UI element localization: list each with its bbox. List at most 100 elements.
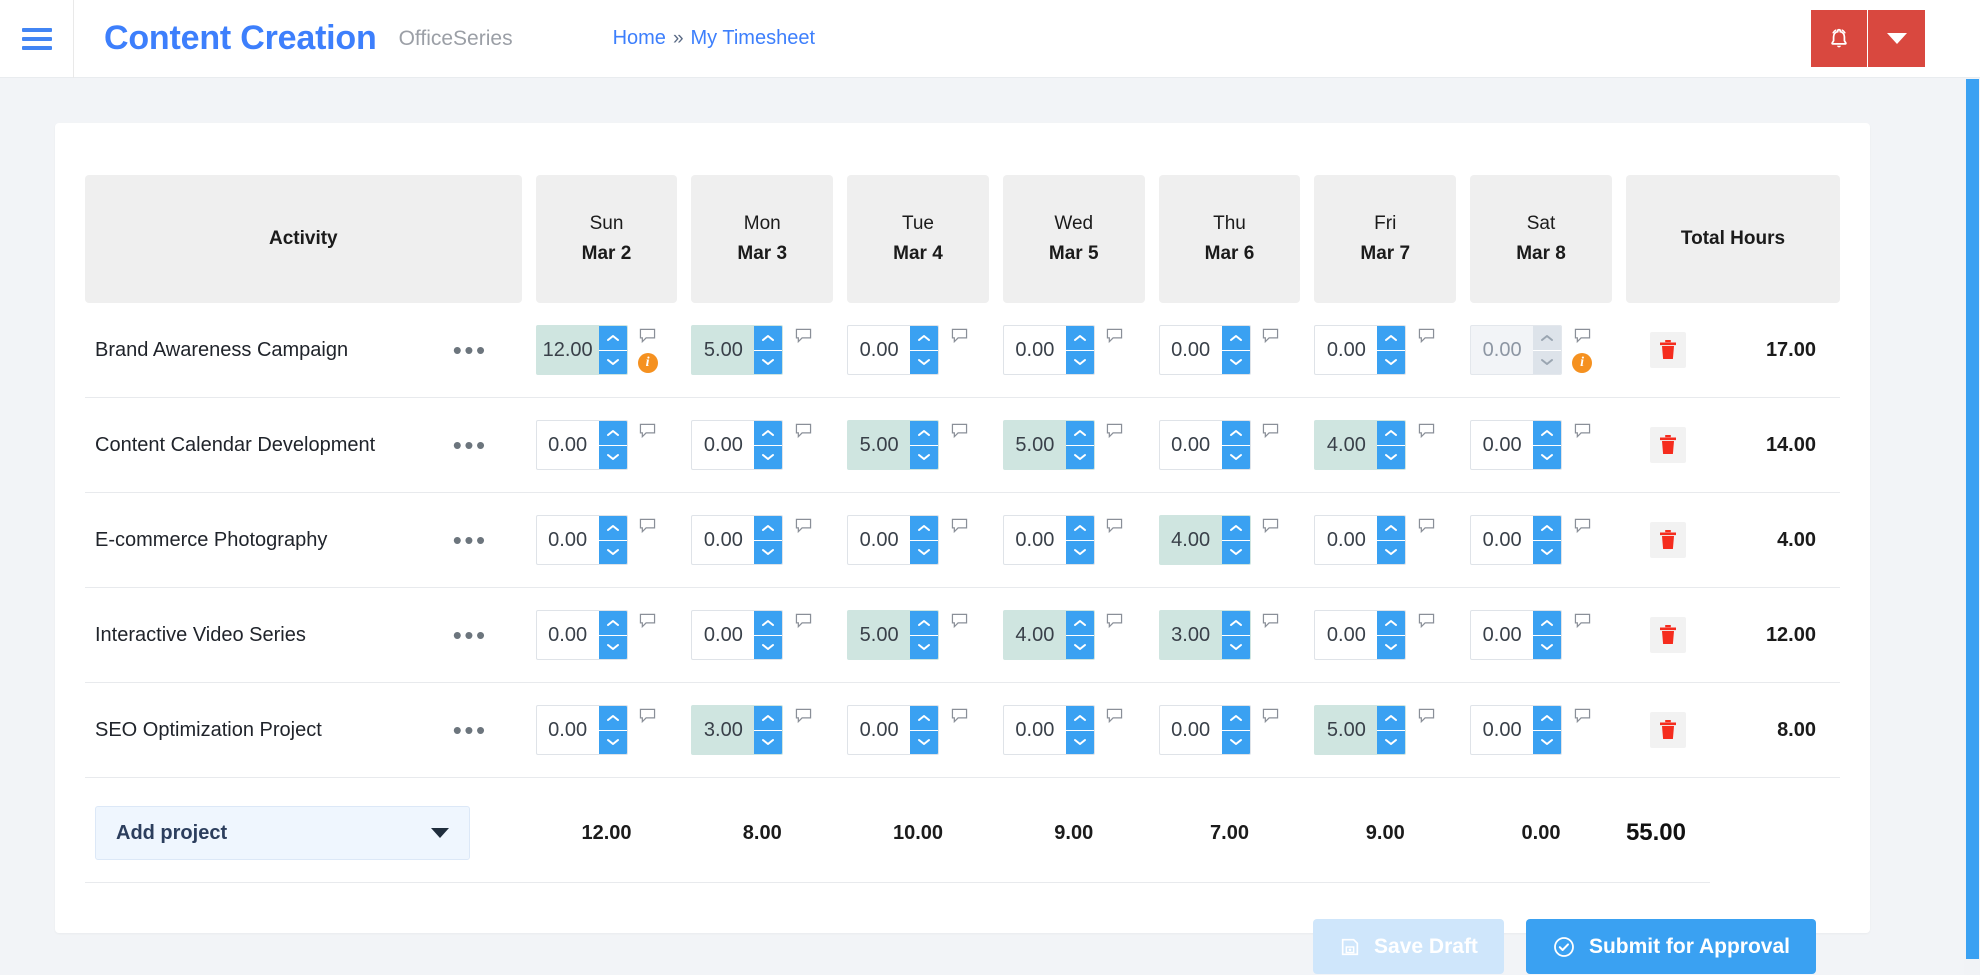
hours-input[interactable]: 0.00 xyxy=(848,516,910,564)
hours-stepper[interactable]: 0.00 xyxy=(1158,420,1251,470)
hours-stepper[interactable]: 0.00 xyxy=(1314,325,1407,375)
hours-stepper[interactable]: 0.00 xyxy=(1002,515,1095,565)
breadcrumb-current-link[interactable]: My Timesheet xyxy=(691,27,815,50)
stepper-up-button[interactable] xyxy=(1221,516,1250,541)
hours-stepper[interactable]: 4.00 xyxy=(1158,515,1251,565)
hours-input[interactable]: 0.00 xyxy=(537,706,599,754)
add-comment-button[interactable] xyxy=(795,613,812,634)
stepper-down-button[interactable] xyxy=(754,635,783,659)
add-comment-button[interactable] xyxy=(1262,613,1279,634)
stepper-down-button[interactable] xyxy=(598,540,627,564)
stepper-down-button[interactable] xyxy=(754,730,783,754)
add-comment-button[interactable] xyxy=(1262,708,1279,729)
stepper-up-button[interactable] xyxy=(1377,326,1406,351)
hours-stepper[interactable]: 5.00 xyxy=(847,610,940,660)
hours-input[interactable]: 0.00 xyxy=(1315,516,1377,564)
add-comment-button[interactable] xyxy=(1418,708,1435,729)
add-comment-button[interactable] xyxy=(1418,328,1435,349)
hours-stepper[interactable]: 3.00 xyxy=(691,705,784,755)
hours-stepper[interactable]: 0.00 xyxy=(535,705,628,755)
add-comment-button[interactable] xyxy=(639,708,656,729)
delete-row-button[interactable] xyxy=(1649,712,1686,748)
hours-input[interactable]: 4.00 xyxy=(1004,611,1066,659)
add-comment-button[interactable] xyxy=(1106,708,1123,729)
stepper-up-button[interactable] xyxy=(598,706,627,731)
stepper-down-button[interactable] xyxy=(910,350,939,374)
hours-input[interactable]: 0.00 xyxy=(1315,326,1377,374)
hours-stepper[interactable]: 0.00 xyxy=(691,515,784,565)
hours-input[interactable]: 4.00 xyxy=(1160,516,1222,564)
hours-stepper[interactable]: 0.00 xyxy=(691,420,784,470)
stepper-up-button[interactable] xyxy=(1065,611,1094,636)
stepper-down-button[interactable] xyxy=(910,730,939,754)
hours-stepper[interactable]: 0.00 xyxy=(535,515,628,565)
add-comment-button[interactable] xyxy=(795,708,812,729)
delete-row-button[interactable] xyxy=(1649,522,1686,558)
stepper-down-button[interactable] xyxy=(910,445,939,469)
hours-input[interactable]: 3.00 xyxy=(1160,611,1222,659)
hours-stepper[interactable]: 0.00 xyxy=(847,325,940,375)
add-comment-button[interactable] xyxy=(1574,613,1591,634)
stepper-up-button[interactable] xyxy=(910,421,939,446)
stepper-down-button[interactable] xyxy=(1533,730,1562,754)
stepper-down-button[interactable] xyxy=(910,540,939,564)
stepper-up-button[interactable] xyxy=(1065,326,1094,351)
stepper-down-button[interactable] xyxy=(1221,730,1250,754)
stepper-up-button[interactable] xyxy=(1065,421,1094,446)
add-comment-button[interactable] xyxy=(1262,518,1279,539)
page-scrollbar[interactable] xyxy=(1964,79,1980,975)
hours-input[interactable]: 0.00 xyxy=(1160,421,1222,469)
stepper-down-button[interactable] xyxy=(1221,350,1250,374)
stepper-up-button[interactable] xyxy=(910,516,939,541)
hours-stepper[interactable]: 5.00 xyxy=(691,325,784,375)
add-comment-button[interactable] xyxy=(639,518,656,539)
add-comment-button[interactable] xyxy=(639,423,656,444)
save-draft-button[interactable]: Save Draft xyxy=(1313,919,1504,974)
stepper-down-button[interactable] xyxy=(1377,730,1406,754)
stepper-up-button[interactable] xyxy=(1533,516,1562,541)
add-comment-button[interactable] xyxy=(639,328,656,349)
notifications-dropdown-button[interactable] xyxy=(1868,10,1925,67)
stepper-up-button[interactable] xyxy=(754,706,783,731)
stepper-up-button[interactable] xyxy=(1377,516,1406,541)
notifications-button[interactable] xyxy=(1811,10,1868,67)
add-comment-button[interactable] xyxy=(1106,328,1123,349)
stepper-down-button[interactable] xyxy=(1065,635,1094,659)
hours-input[interactable]: 0.00 xyxy=(537,611,599,659)
add-comment-button[interactable] xyxy=(639,613,656,634)
stepper-up-button[interactable] xyxy=(910,706,939,731)
hours-stepper[interactable]: 5.00 xyxy=(1314,705,1407,755)
stepper-up-button[interactable] xyxy=(598,611,627,636)
add-comment-button[interactable] xyxy=(1574,423,1591,444)
stepper-down-button[interactable] xyxy=(1065,730,1094,754)
hours-input[interactable]: 4.00 xyxy=(1315,421,1377,469)
hours-stepper[interactable]: 0.00 xyxy=(1470,515,1563,565)
hours-stepper[interactable]: 0.00 xyxy=(1470,610,1563,660)
add-comment-button[interactable] xyxy=(1262,423,1279,444)
stepper-down-button[interactable] xyxy=(1221,635,1250,659)
hours-input[interactable]: 0.00 xyxy=(1471,706,1533,754)
hours-stepper[interactable]: 0.00 xyxy=(1158,705,1251,755)
stepper-up-button[interactable] xyxy=(1533,706,1562,731)
add-comment-button[interactable] xyxy=(1574,328,1591,349)
menu-toggle-button[interactable] xyxy=(0,0,74,78)
stepper-up-button[interactable] xyxy=(1221,326,1250,351)
add-project-dropdown[interactable]: Add project xyxy=(95,806,470,860)
hours-stepper[interactable]: 4.00 xyxy=(1002,610,1095,660)
hours-input[interactable]: 5.00 xyxy=(848,421,910,469)
stepper-up-button[interactable] xyxy=(1533,421,1562,446)
add-comment-button[interactable] xyxy=(1418,613,1435,634)
hours-stepper[interactable]: 0.00 xyxy=(1002,705,1095,755)
stepper-down-button[interactable] xyxy=(754,350,783,374)
stepper-up-button[interactable] xyxy=(1533,611,1562,636)
hours-input[interactable]: 0.00 xyxy=(848,326,910,374)
add-comment-button[interactable] xyxy=(1106,518,1123,539)
stepper-up-button[interactable] xyxy=(598,421,627,446)
hours-input[interactable]: 0.00 xyxy=(1004,706,1066,754)
stepper-up-button[interactable] xyxy=(910,611,939,636)
breadcrumb-home-link[interactable]: Home xyxy=(613,27,666,50)
stepper-down-button[interactable] xyxy=(1221,445,1250,469)
add-comment-button[interactable] xyxy=(795,328,812,349)
add-comment-button[interactable] xyxy=(1262,328,1279,349)
stepper-down-button[interactable] xyxy=(1065,350,1094,374)
